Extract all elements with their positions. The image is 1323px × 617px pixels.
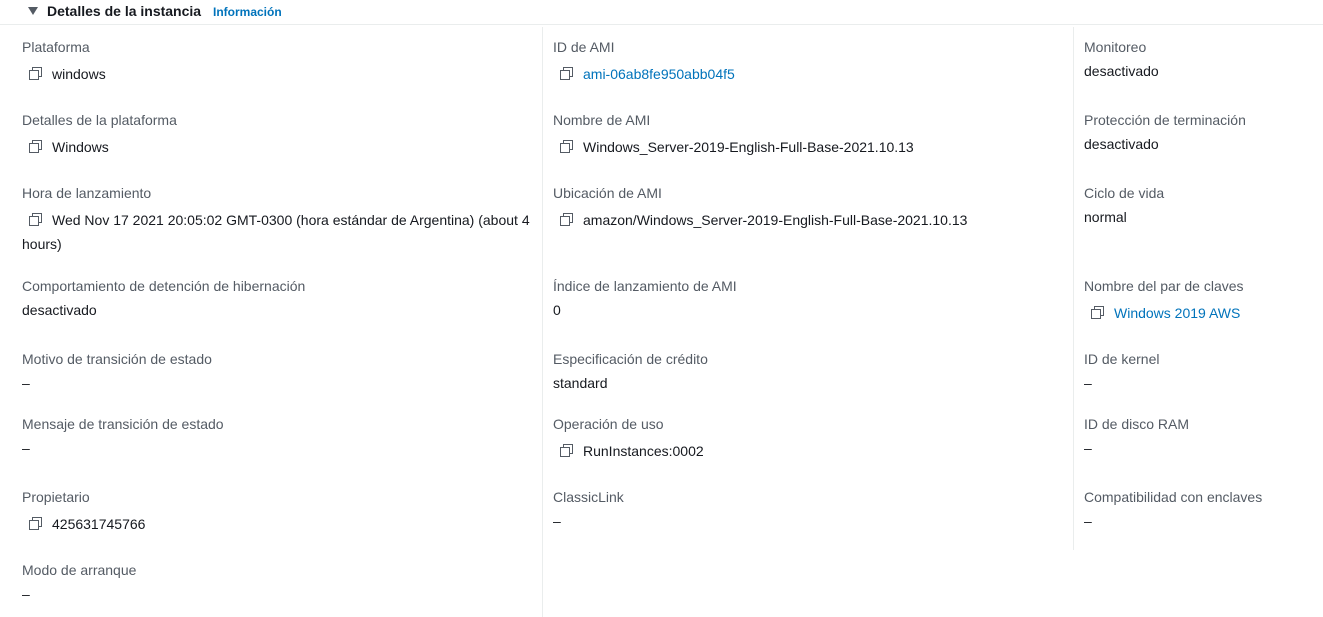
field-classiclink: ClassicLink –	[553, 488, 624, 532]
field-ami-name: Nombre de AMI Windows_Server-2019-Englis…	[553, 111, 914, 159]
field-ramdisk-id: ID de disco RAM –	[1084, 415, 1189, 459]
kernel-id-value: –	[1084, 375, 1092, 391]
ami-location-value: amazon/Windows_Server-2019-English-Full-…	[583, 212, 968, 228]
field-value: Windows	[22, 135, 177, 159]
key-pair-link[interactable]: Windows 2019 AWS	[1114, 305, 1240, 321]
field-label: Comportamiento de detención de hibernaci…	[22, 278, 306, 294]
field-label: Operación de uso	[553, 416, 664, 432]
column-divider	[542, 27, 543, 617]
copy-icon[interactable]	[560, 444, 574, 458]
caret-down-icon[interactable]	[28, 7, 38, 15]
field-value: Windows_Server-2019-English-Full-Base-20…	[553, 135, 914, 159]
field-ami-location: Ubicación de AMI amazon/Windows_Server-2…	[553, 184, 967, 232]
boot-mode-value: –	[22, 586, 30, 602]
field-key-pair: Nombre del par de claves Windows 2019 AW…	[1084, 277, 1244, 325]
credit-spec-value: standard	[553, 375, 608, 391]
field-label: ID de disco RAM	[1084, 416, 1190, 432]
field-label: Nombre de AMI	[553, 112, 651, 128]
field-value: 425631745766	[22, 512, 145, 536]
field-lifecycle: Ciclo de vida normal	[1084, 184, 1164, 228]
state-reason-value: –	[22, 375, 30, 391]
column-divider	[1073, 27, 1074, 550]
copy-icon[interactable]	[29, 140, 43, 154]
hibernation-value: desactivado	[22, 302, 97, 318]
field-value: RunInstances:0002	[553, 439, 704, 463]
field-label: Plataforma	[22, 39, 90, 55]
field-value: amazon/Windows_Server-2019-English-Full-…	[553, 208, 967, 232]
field-boot-mode: Modo de arranque –	[22, 561, 136, 605]
field-label: Motivo de transición de estado	[22, 351, 212, 367]
field-hibernation: Comportamiento de detención de hibernaci…	[22, 277, 305, 321]
field-label: Propietario	[22, 489, 90, 505]
field-credit-spec: Especificación de crédito standard	[553, 350, 708, 394]
field-label: ID de kernel	[1084, 351, 1160, 367]
field-launch-time: Hora de lanzamiento Wed Nov 17 2021 20:0…	[22, 184, 534, 256]
field-ami-launch-index: Índice de lanzamiento de AMI 0	[553, 277, 737, 321]
owner-value: 425631745766	[52, 516, 146, 532]
copy-icon[interactable]	[560, 213, 574, 227]
state-message-value: –	[22, 440, 30, 456]
field-value: Windows 2019 AWS	[1084, 301, 1244, 325]
copy-icon[interactable]	[29, 67, 43, 81]
field-label: Ubicación de AMI	[553, 185, 662, 201]
ami-name-value: Windows_Server-2019-English-Full-Base-20…	[583, 139, 914, 155]
field-state-reason: Motivo de transición de estado –	[22, 350, 212, 394]
field-value: Wed Nov 17 2021 20:05:02 GMT-0300 (hora …	[22, 208, 534, 256]
field-label: Especificación de crédito	[553, 351, 708, 367]
field-label: Monitoreo	[1084, 39, 1147, 55]
field-label: Protección de terminación	[1084, 112, 1246, 128]
field-state-message: Mensaje de transición de estado –	[22, 415, 224, 459]
section-title[interactable]: Detalles de la instancia	[47, 3, 201, 19]
field-ami-id: ID de AMI ami-06ab8fe950abb04f5	[553, 38, 735, 86]
field-platform-details: Detalles de la plataforma Windows	[22, 111, 177, 159]
field-owner: Propietario 425631745766	[22, 488, 145, 536]
ami-id-link[interactable]: ami-06ab8fe950abb04f5	[583, 66, 735, 82]
copy-icon[interactable]	[560, 140, 574, 154]
usage-operation-value: RunInstances:0002	[583, 443, 704, 459]
field-termination-protection: Protección de terminación desactivado	[1084, 111, 1246, 155]
copy-icon[interactable]	[29, 517, 43, 531]
field-usage-operation: Operación de uso RunInstances:0002	[553, 415, 704, 463]
field-value: windows	[22, 62, 106, 86]
copy-icon[interactable]	[1091, 306, 1105, 320]
field-label: Nombre del par de claves	[1084, 278, 1244, 294]
ami-launch-index-value: 0	[553, 302, 561, 318]
field-kernel-id: ID de kernel –	[1084, 350, 1159, 394]
launch-time-value: Wed Nov 17 2021 20:05:02 GMT-0300 (hora …	[22, 212, 530, 252]
field-monitoring: Monitoreo desactivado	[1084, 38, 1159, 82]
platform-value: windows	[52, 66, 106, 82]
copy-icon[interactable]	[29, 213, 43, 227]
termination-protection-value: desactivado	[1084, 136, 1159, 152]
field-label: Hora de lanzamiento	[22, 185, 152, 201]
field-label: Ciclo de vida	[1084, 185, 1165, 201]
field-label: Índice de lanzamiento de AMI	[553, 278, 737, 294]
field-enclave-support: Compatibilidad con enclaves –	[1084, 488, 1262, 532]
enclave-support-value: –	[1084, 513, 1092, 529]
field-label: Modo de arranque	[22, 562, 137, 578]
field-label: Detalles de la plataforma	[22, 112, 177, 128]
ramdisk-id-value: –	[1084, 440, 1092, 456]
field-label: Mensaje de transición de estado	[22, 416, 224, 432]
info-link[interactable]: Información	[213, 5, 282, 19]
field-value: ami-06ab8fe950abb04f5	[553, 62, 735, 86]
field-label: Compatibilidad con enclaves	[1084, 489, 1263, 505]
lifecycle-value: normal	[1084, 209, 1127, 225]
monitoring-value: desactivado	[1084, 63, 1159, 79]
section-header: Detalles de la instancia Información	[0, 0, 1323, 25]
classiclink-value: –	[553, 513, 561, 529]
field-label: ClassicLink	[553, 489, 624, 505]
instance-details-panel: Detalles de la instancia Información Pla…	[0, 0, 1323, 617]
field-platform: Plataforma windows	[22, 38, 106, 86]
platform-details-value: Windows	[52, 139, 109, 155]
field-label: ID de AMI	[553, 39, 615, 55]
copy-icon[interactable]	[560, 67, 574, 81]
